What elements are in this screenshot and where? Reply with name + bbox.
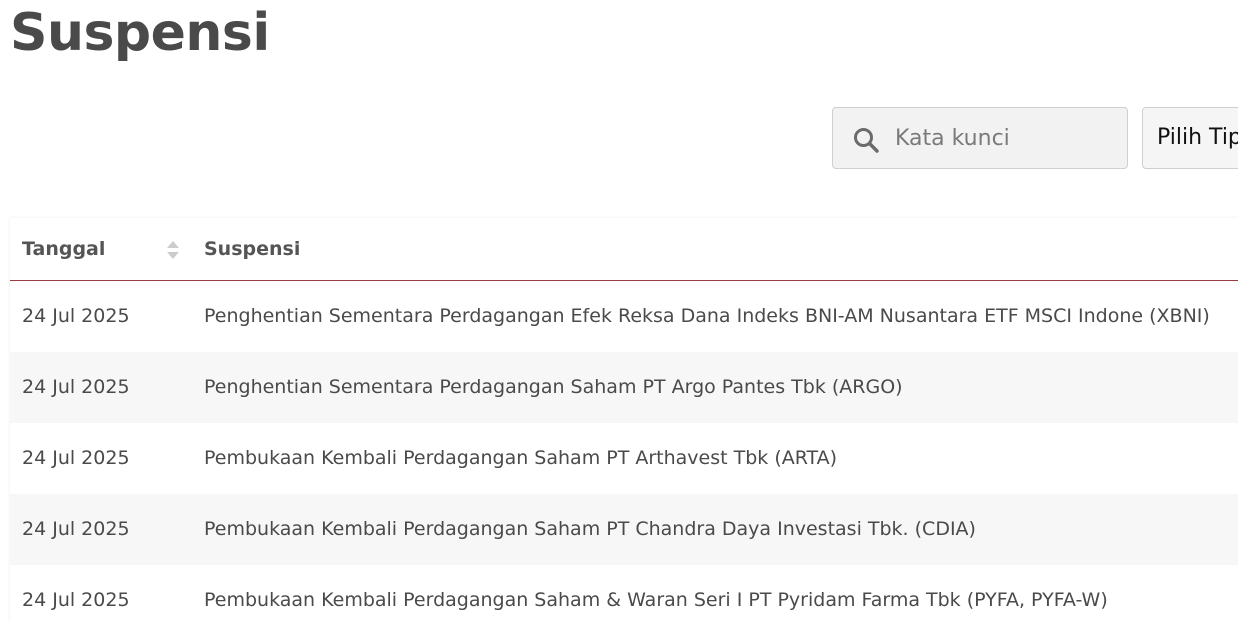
row-date: 24 Jul 2025 [22, 447, 130, 469]
row-title-link[interactable]: Penghentian Sementara Perdagangan Saham … [204, 352, 1238, 423]
row-title-link[interactable]: Pembukaan Kembali Perdagangan Saham PT C… [204, 494, 1238, 565]
table-row[interactable]: 24 Jul 2025 Penghentian Sementara Perdag… [10, 352, 1238, 423]
type-select-label: Pilih Tipe [1157, 125, 1238, 150]
sort-icon[interactable] [166, 239, 180, 261]
table-row[interactable]: 24 Jul 2025 Pembukaan Kembali Perdaganga… [10, 423, 1238, 494]
table-row[interactable]: 24 Jul 2025 Penghentian Sementara Perdag… [10, 281, 1238, 352]
table-header: Tanggal Suspensi [10, 218, 1238, 281]
row-date: 24 Jul 2025 [22, 376, 130, 398]
search-input[interactable] [895, 122, 1115, 154]
page-title: Suspensi [10, 3, 270, 63]
row-title-link[interactable]: Pembukaan Kembali Perdagangan Saham & Wa… [204, 565, 1238, 621]
row-date: 24 Jul 2025 [22, 305, 130, 327]
type-select[interactable]: Pilih Tipe [1142, 107, 1238, 169]
table-row[interactable]: 24 Jul 2025 Pembukaan Kembali Perdaganga… [10, 565, 1238, 621]
search-box[interactable] [832, 107, 1128, 169]
row-date: 24 Jul 2025 [22, 589, 130, 611]
page: Suspensi Pilih Tipe Tanggal Suspensi 24 … [0, 0, 1238, 621]
table-row[interactable]: 24 Jul 2025 Pembukaan Kembali Perdaganga… [10, 494, 1238, 565]
row-date: 24 Jul 2025 [22, 518, 130, 540]
row-title-link[interactable]: Pembukaan Kembali Perdagangan Saham PT A… [204, 423, 1238, 494]
column-header-date[interactable]: Tanggal [22, 218, 105, 280]
suspension-table: Tanggal Suspensi 24 Jul 2025 Penghentian… [10, 218, 1238, 621]
column-header-title: Suspensi [204, 238, 301, 260]
search-icon [854, 128, 879, 153]
row-title-link[interactable]: Penghentian Sementara Perdagangan Efek R… [204, 281, 1238, 352]
